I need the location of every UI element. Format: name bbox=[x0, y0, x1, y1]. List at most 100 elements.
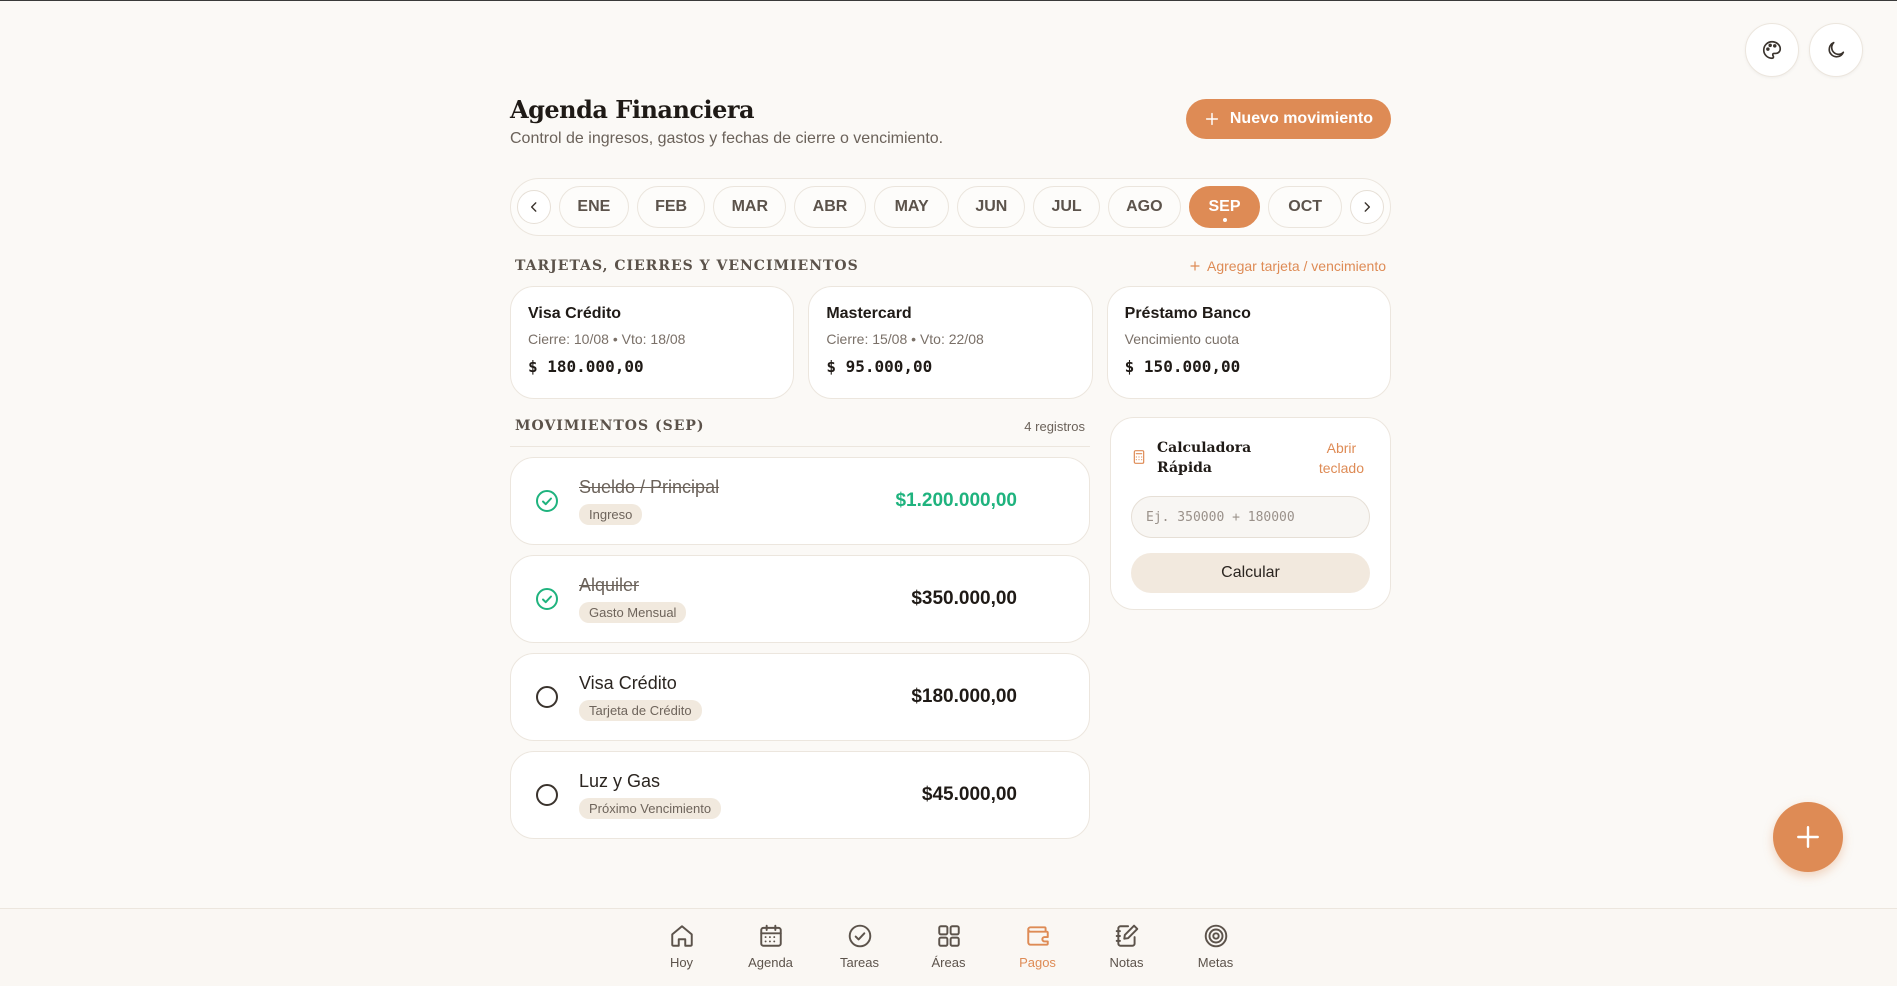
movement-title: Luz y Gas bbox=[579, 771, 661, 791]
movement-tag: Tarjeta de Crédito bbox=[579, 700, 702, 721]
grid-icon bbox=[937, 925, 960, 947]
month-feb[interactable]: FEB bbox=[636, 186, 706, 228]
calculate-button[interactable]: Calcular bbox=[1131, 553, 1370, 593]
month-selector: ENE FEB MAR ABR MAY JUN JUL AGO SEP OCT bbox=[510, 178, 1391, 236]
card-mastercard[interactable]: Mastercard Cierre: 15/08 • Vto: 22/08 $ … bbox=[808, 286, 1093, 399]
card-amount: $ 180.000,00 bbox=[528, 357, 644, 376]
top-actions bbox=[1745, 23, 1863, 77]
floating-add-button[interactable] bbox=[1773, 802, 1843, 872]
month-jun[interactable]: JUN bbox=[957, 186, 1026, 228]
movements-column: MOVIMIENTOS (SEP) 4 registros Sueldo / P… bbox=[510, 418, 1090, 839]
open-keypad-link[interactable]: Abrir teclado bbox=[1319, 438, 1364, 478]
card-meta: Cierre: 15/08 • Vto: 22/08 bbox=[826, 331, 984, 347]
nav-label: Agenda bbox=[748, 955, 793, 970]
theme-palette-button[interactable] bbox=[1745, 23, 1799, 77]
palette-icon bbox=[1763, 40, 1782, 60]
chevron-right-icon bbox=[1364, 202, 1371, 212]
card-prestamo[interactable]: Préstamo Banco Vencimiento cuota $ 150.0… bbox=[1106, 286, 1391, 399]
nav-label: Áreas bbox=[931, 955, 966, 970]
card-amount: $ 150.000,00 bbox=[1124, 357, 1241, 376]
movements-title: MOVIMIENTOS (SEP) bbox=[515, 418, 705, 434]
empty-circle-icon[interactable] bbox=[535, 783, 559, 807]
add-card-link[interactable]: Agregar tarjeta / vencimiento bbox=[1189, 258, 1386, 274]
movement-tag: Próximo Vencimiento bbox=[579, 798, 722, 819]
page-header: Agenda Financiera Control de ingresos, g… bbox=[510, 91, 1391, 148]
check-circle-icon[interactable] bbox=[535, 489, 559, 513]
nav-label: Notas bbox=[1109, 955, 1144, 970]
list-item[interactable]: Sueldo / Principal Ingreso $1.200.000,00 bbox=[510, 457, 1090, 545]
list-item[interactable]: Luz y Gas Próximo Vencimiento $45.000,00 bbox=[510, 751, 1090, 839]
add-card-label: Agregar tarjeta / vencimiento bbox=[1207, 258, 1386, 274]
chevron-left-icon bbox=[530, 202, 537, 212]
moon-icon bbox=[1828, 41, 1845, 58]
nav-item-tareas[interactable]: Tareas bbox=[815, 909, 904, 986]
month-may[interactable]: MAY bbox=[873, 186, 950, 228]
cards-section-header: TARJETAS, CIERRES Y VENCIMIENTOS Agregar… bbox=[510, 258, 1391, 274]
month-abr[interactable]: ABR bbox=[794, 186, 866, 228]
prev-month-button[interactable] bbox=[517, 190, 551, 224]
title-block: Agenda Financiera Control de ingresos, g… bbox=[510, 91, 943, 148]
month-ene[interactable]: ENE bbox=[559, 186, 629, 228]
nav-item-areas[interactable]: Áreas bbox=[904, 909, 993, 986]
month-mar[interactable]: MAR bbox=[713, 186, 787, 228]
movement-amount: $350.000,00 bbox=[911, 588, 1017, 609]
bottom-navigation: Hoy Agenda Tareas Áreas Pagos Notas Meta… bbox=[0, 908, 1897, 986]
calculator-title: Calculadora Rápida bbox=[1157, 438, 1251, 478]
home-icon bbox=[670, 925, 693, 947]
month-sep[interactable]: SEP bbox=[1188, 186, 1261, 228]
nav-label: Tareas bbox=[839, 955, 880, 970]
open-keypad-line2: teclado bbox=[1318, 460, 1364, 476]
cards-list: Visa Crédito Cierre: 10/08 • Vto: 18/08 … bbox=[510, 286, 1391, 399]
calculator-title-wrap: Calculadora Rápida bbox=[1131, 438, 1251, 478]
nav-label: Hoy bbox=[669, 955, 694, 970]
page-title: Agenda Financiera bbox=[510, 95, 755, 124]
list-item[interactable]: Visa Crédito Tarjeta de Crédito $180.000… bbox=[510, 653, 1090, 741]
notes-icon bbox=[1115, 924, 1138, 947]
plus-icon bbox=[1190, 261, 1200, 271]
month-oct[interactable]: OCT bbox=[1268, 186, 1342, 228]
card-amount: $ 95.000,00 bbox=[826, 357, 933, 376]
movement-amount: $45.000,00 bbox=[921, 784, 1017, 805]
movement-title: Alquiler bbox=[579, 575, 640, 595]
movements-header: MOVIMIENTOS (SEP) 4 registros bbox=[510, 418, 1090, 447]
movement-amount: $180.000,00 bbox=[911, 686, 1017, 707]
movement-tag: Ingreso bbox=[579, 504, 643, 525]
list-item[interactable]: Alquiler Gasto Mensual $350.000,00 bbox=[510, 555, 1090, 643]
check-circle-icon bbox=[848, 924, 871, 948]
new-movement-button[interactable]: Nuevo movimiento bbox=[1185, 99, 1391, 139]
check-circle-icon[interactable] bbox=[535, 587, 559, 611]
calculator-input[interactable] bbox=[1131, 496, 1370, 538]
open-keypad-line1: Abrir bbox=[1326, 440, 1357, 456]
nav-item-metas[interactable]: Metas bbox=[1171, 909, 1260, 986]
calculator-title-line1: Calculadora bbox=[1157, 440, 1252, 456]
card-name: Visa Crédito bbox=[528, 305, 622, 322]
movements-count: 4 registros bbox=[1024, 418, 1085, 434]
plus-icon bbox=[1797, 826, 1819, 848]
quick-calculator: Calculadora Rápida Abrir teclado Calcula… bbox=[1110, 417, 1391, 610]
cards-section-title: TARJETAS, CIERRES Y VENCIMIENTOS bbox=[515, 258, 859, 274]
empty-circle-icon[interactable] bbox=[535, 685, 559, 709]
calculator-title-line2: Rápida bbox=[1157, 460, 1212, 476]
nav-label: Pagos bbox=[1019, 955, 1056, 970]
movement-amount: $1.200.000,00 bbox=[895, 490, 1017, 511]
movement-title: Visa Crédito bbox=[579, 673, 677, 693]
card-meta: Cierre: 10/08 • Vto: 18/08 bbox=[528, 331, 686, 347]
calculator-icon bbox=[1133, 450, 1145, 464]
dark-mode-button[interactable] bbox=[1809, 23, 1863, 77]
wallet-icon bbox=[1026, 926, 1049, 946]
movement-info: Visa Crédito Tarjeta de Crédito bbox=[579, 673, 867, 721]
nav-item-agenda[interactable]: Agenda bbox=[726, 909, 815, 986]
new-movement-label: Nuevo movimiento bbox=[1229, 110, 1373, 127]
calendar-icon bbox=[759, 924, 782, 947]
movement-title: Sueldo / Principal bbox=[579, 477, 720, 497]
month-jul[interactable]: JUL bbox=[1033, 186, 1100, 228]
nav-item-hoy[interactable]: Hoy bbox=[637, 909, 726, 986]
next-month-button[interactable] bbox=[1350, 190, 1384, 224]
nav-item-pagos[interactable]: Pagos bbox=[993, 909, 1082, 986]
card-visa[interactable]: Visa Crédito Cierre: 10/08 • Vto: 18/08 … bbox=[510, 286, 795, 399]
page-subtitle: Control de ingresos, gastos y fechas de … bbox=[510, 130, 944, 147]
movement-tag: Gasto Mensual bbox=[579, 602, 687, 623]
movement-info: Sueldo / Principal Ingreso bbox=[579, 477, 867, 525]
nav-item-notas[interactable]: Notas bbox=[1082, 909, 1171, 986]
month-ago[interactable]: AGO bbox=[1107, 186, 1181, 228]
